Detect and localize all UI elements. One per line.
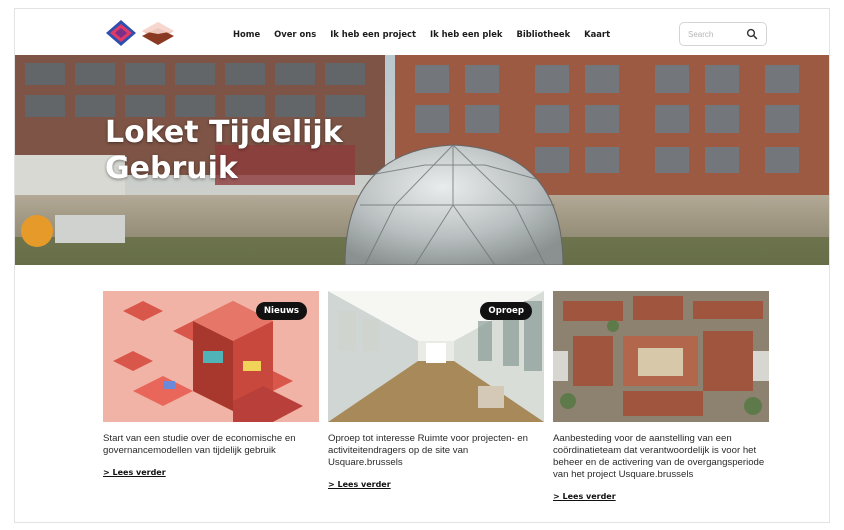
logo-diamond-icon xyxy=(106,20,136,46)
logo-stack-icon xyxy=(142,22,174,45)
card-description: Oproep tot interesse Ruimte voor project… xyxy=(328,433,528,468)
read-more-link[interactable]: > Lees verder xyxy=(103,468,166,477)
card-image[interactable]: Oproep xyxy=(328,291,544,422)
hero-title-line2: Gebruik xyxy=(105,151,238,186)
hero-title-line1: Loket Tijdelijk xyxy=(105,115,343,150)
nav-ik-heb-een-plek[interactable]: Ik heb een plek xyxy=(430,29,503,39)
main-nav: Home Over ons Ik heb een project Ik heb … xyxy=(233,29,610,39)
news-card: Aanbesteding voor de aanstelling van een… xyxy=(553,291,769,504)
site-header: Home Over ons Ik heb een project Ik heb … xyxy=(15,9,829,55)
hero-title: Loket Tijdelijk Gebruik xyxy=(105,115,405,187)
category-badge: Nieuws xyxy=(255,302,307,320)
news-card: Nieuws Start van een studie over de econ… xyxy=(103,291,319,504)
search-icon[interactable] xyxy=(746,28,758,40)
card-description: Start van een studie over de economische… xyxy=(103,433,296,456)
card-image[interactable]: Nieuws xyxy=(103,291,319,422)
nav-home[interactable]: Home xyxy=(233,29,260,39)
news-card: Oproep Oproep tot interesse Ruimte voor … xyxy=(328,291,544,504)
read-more-link[interactable]: > Lees verder xyxy=(328,480,391,489)
category-badge: Oproep xyxy=(480,302,532,320)
nav-ik-heb-een-project[interactable]: Ik heb een project xyxy=(330,29,416,39)
read-more-link[interactable]: > Lees verder xyxy=(553,492,616,501)
page-frame: Home Over ons Ik heb een project Ik heb … xyxy=(14,8,830,523)
hero-banner: Loket Tijdelijk Gebruik xyxy=(15,55,829,265)
news-cards: Nieuws Start van een studie over de econ… xyxy=(103,291,769,504)
card-image[interactable] xyxy=(553,291,769,422)
search-box[interactable] xyxy=(679,22,767,46)
nav-bibliotheek[interactable]: Bibliotheek xyxy=(517,29,571,39)
nav-over-ons[interactable]: Over ons xyxy=(274,29,316,39)
search-input[interactable] xyxy=(688,29,744,39)
nav-kaart[interactable]: Kaart xyxy=(584,29,610,39)
site-logo[interactable] xyxy=(105,19,175,47)
card-description: Aanbesteding voor de aanstelling van een… xyxy=(553,433,765,480)
